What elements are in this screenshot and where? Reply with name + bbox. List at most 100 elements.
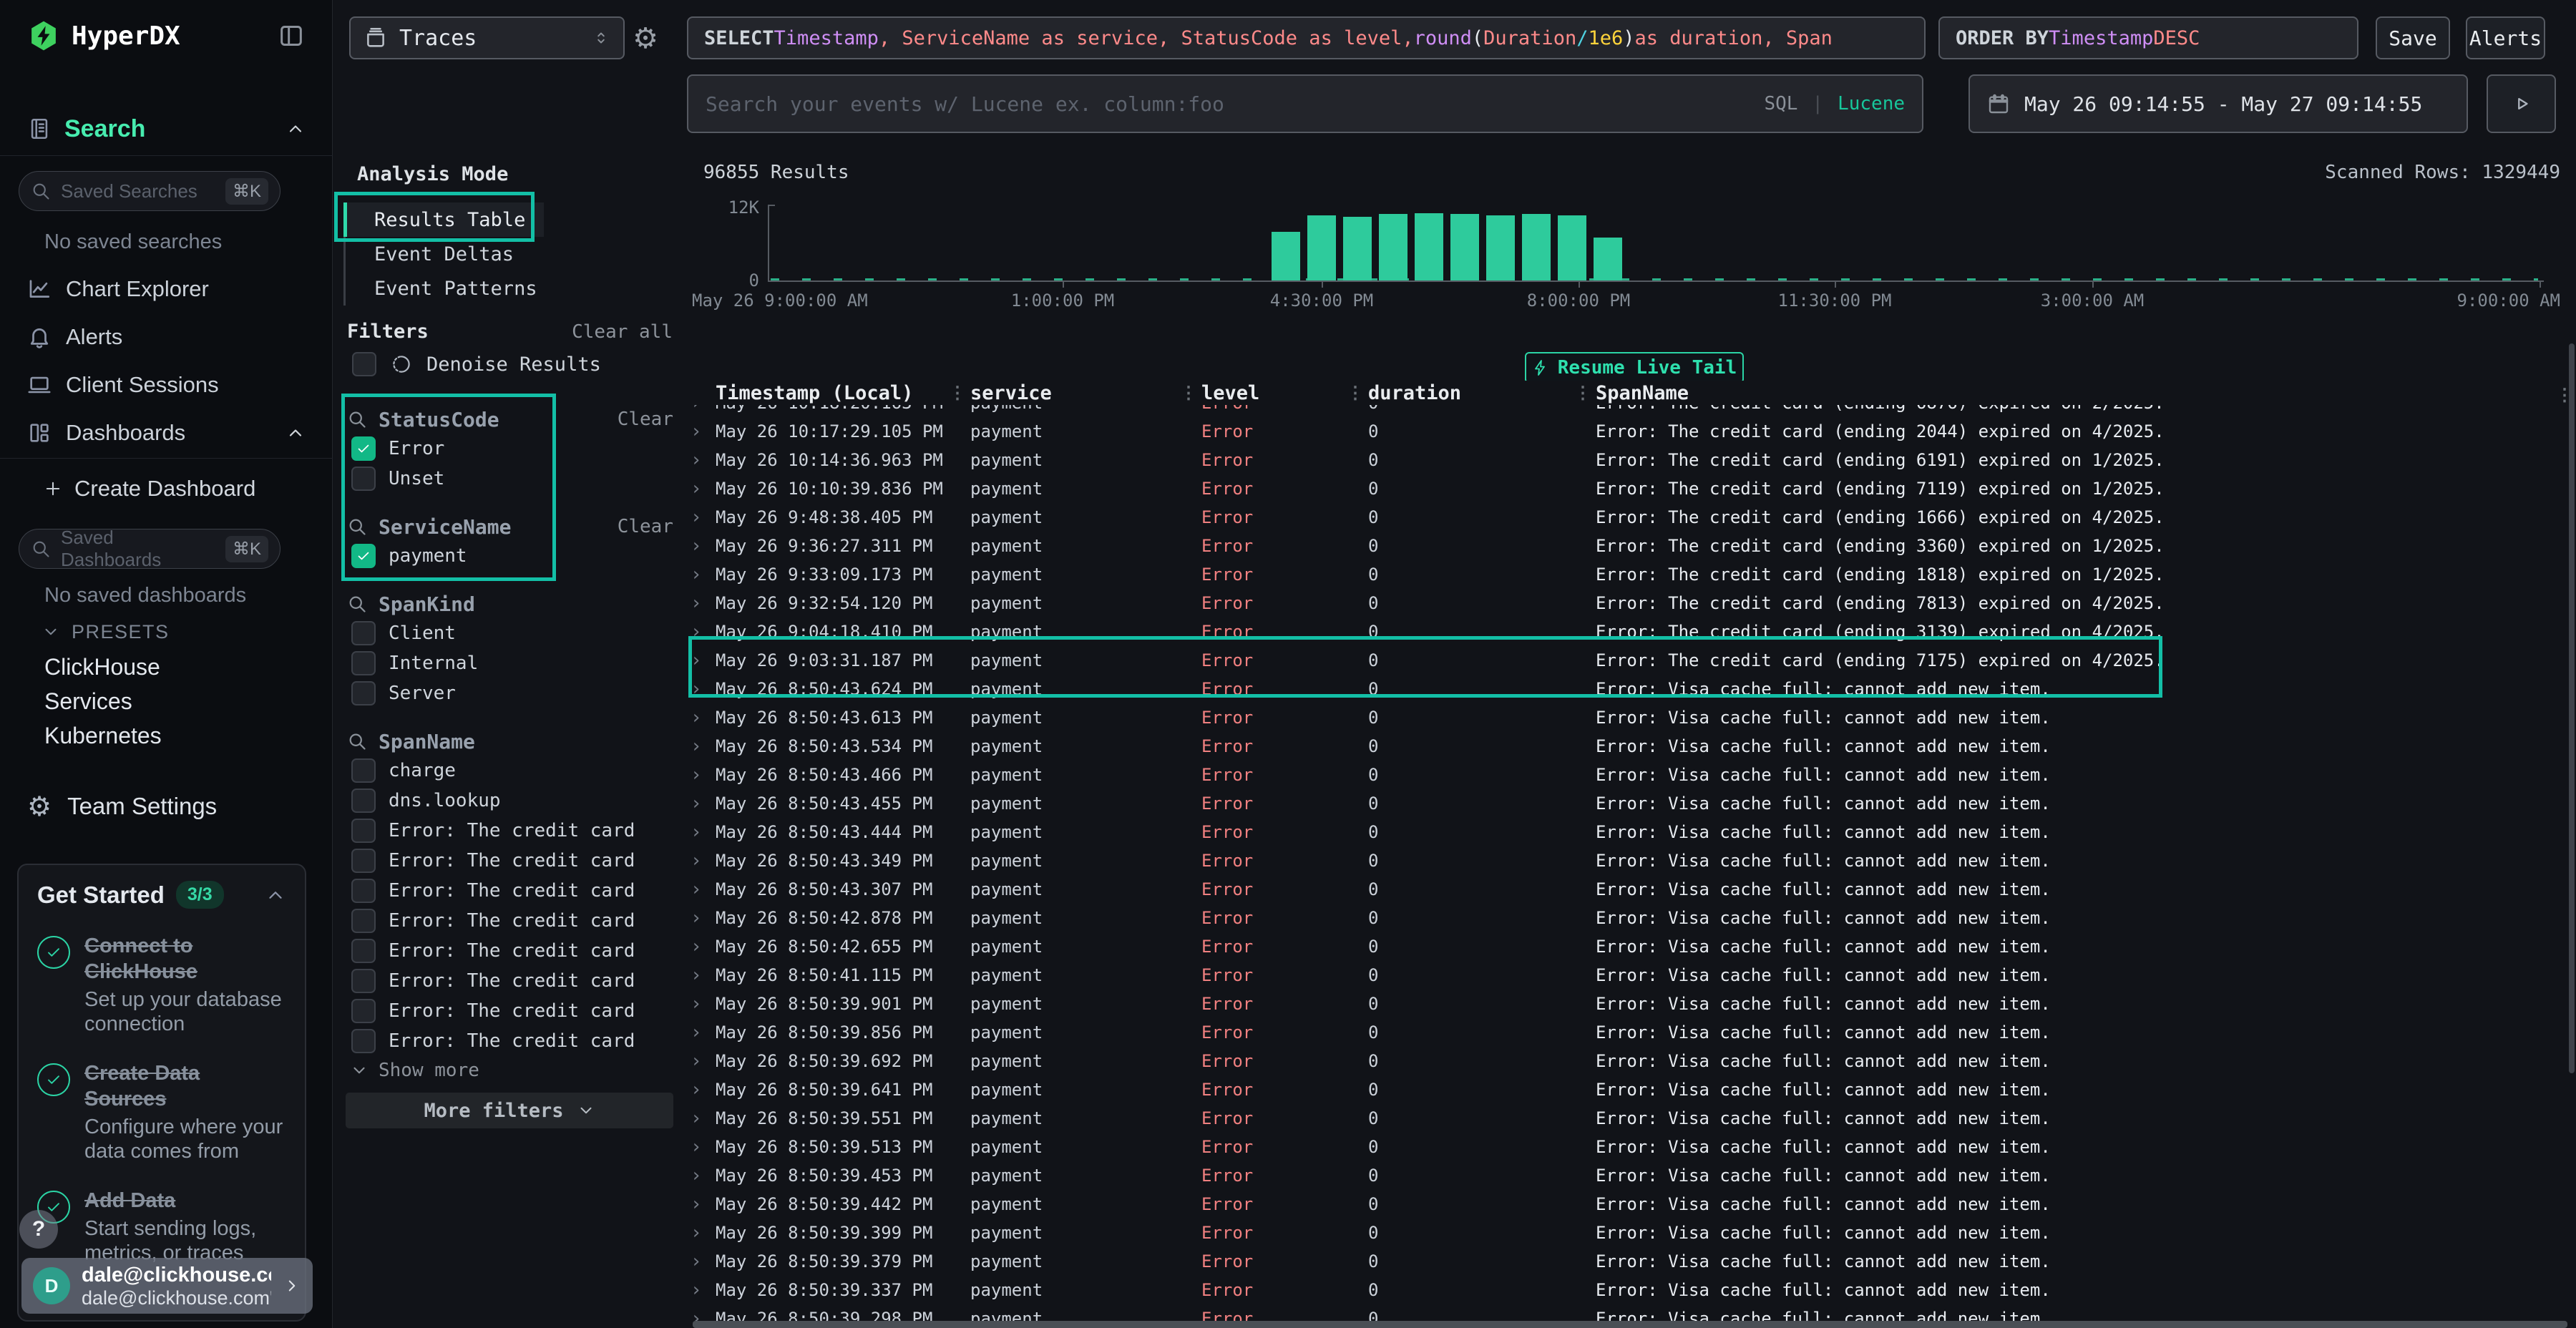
sidebar-item-team-settings[interactable]: ⚙ Team Settings	[0, 787, 333, 826]
get-started-item-add-data[interactable]: Add DataStart sending logs, metrics, or …	[37, 1188, 286, 1265]
table-row[interactable]: ›May 26 9:33:09.173 PMpaymentError0Error…	[691, 560, 2569, 589]
column-grip-icon[interactable]: ⋮	[1347, 383, 1364, 403]
checkbox[interactable]	[351, 621, 376, 645]
filter-option-error-the-credit-card[interactable]: Error: The credit card …	[347, 906, 676, 936]
checkbox[interactable]	[351, 681, 376, 706]
search-input[interactable]: Search your events w/ Lucene ex. column:…	[687, 74, 1923, 133]
save-button[interactable]: Save	[2376, 16, 2450, 59]
checkbox[interactable]	[351, 909, 376, 933]
saved-searches-input[interactable]: Saved Searches ⌘K	[19, 171, 280, 211]
table-row[interactable]: ›May 26 10:14:36.963 PMpaymentError0Erro…	[691, 446, 2569, 474]
run-query-button[interactable]	[2487, 74, 2556, 133]
sidebar-item-dashboards[interactable]: Dashboards	[0, 409, 333, 456]
resume-live-tail-button[interactable]: Resume Live Tail	[1525, 352, 1744, 384]
expand-row-icon[interactable]: ›	[691, 405, 716, 414]
expand-row-icon[interactable]: ›	[691, 907, 716, 929]
sidebar-item-chart-explorer[interactable]: Chart Explorer	[0, 265, 333, 313]
expand-row-icon[interactable]: ›	[691, 1050, 716, 1072]
expand-row-icon[interactable]: ›	[691, 879, 716, 900]
table-row[interactable]: ›May 26 8:50:43.534 PMpaymentError0Error…	[691, 732, 2569, 761]
filter-clear-button[interactable]: Clear	[618, 516, 676, 537]
alerts-button[interactable]: Alerts	[2466, 16, 2545, 59]
filter-option-error-the-credit-card[interactable]: Error: The credit card …	[347, 816, 676, 846]
checkbox[interactable]	[351, 879, 376, 903]
expand-row-icon[interactable]: ›	[691, 1108, 716, 1129]
table-row[interactable]: ›May 26 9:32:54.120 PMpaymentError0Error…	[691, 589, 2569, 617]
search-icon[interactable]	[347, 731, 367, 751]
checkbox[interactable]	[351, 467, 376, 491]
table-row[interactable]: ›May 26 8:50:43.455 PMpaymentError0Error…	[691, 789, 2569, 818]
expand-row-icon[interactable]: ›	[691, 1222, 716, 1244]
filter-option-error[interactable]: Error	[347, 434, 676, 464]
checkbox[interactable]	[351, 758, 376, 783]
expand-row-icon[interactable]: ›	[691, 821, 716, 843]
table-row[interactable]: ›May 26 8:50:43.307 PMpaymentError0Error…	[691, 875, 2569, 904]
table-row[interactable]: ›May 26 8:50:39.379 PMpaymentError0Error…	[691, 1247, 2569, 1276]
sidebar-item-client-sessions[interactable]: Client Sessions	[0, 361, 333, 409]
sidebar-item-search[interactable]: Search	[0, 109, 333, 149]
search-icon[interactable]	[347, 517, 367, 537]
sidebar-item-alerts[interactable]: Alerts	[0, 313, 333, 361]
table-row[interactable]: ›May 26 9:48:38.405 PMpaymentError0Error…	[691, 503, 2569, 532]
table-row[interactable]: ›May 26 8:50:39.298 PMpaymentError0Error…	[691, 1304, 2569, 1321]
expand-row-icon[interactable]: ›	[691, 1308, 716, 1321]
table-row[interactable]: ›May 26 8:50:42.878 PMpaymentError0Error…	[691, 904, 2569, 932]
expand-row-icon[interactable]: ›	[691, 1279, 716, 1301]
table-row[interactable]: ›May 26 8:50:39.442 PMpaymentError0Error…	[691, 1190, 2569, 1219]
expand-row-icon[interactable]: ›	[691, 936, 716, 957]
checkbox[interactable]	[351, 939, 376, 963]
expand-row-icon[interactable]: ›	[691, 421, 716, 442]
expand-row-icon[interactable]: ›	[691, 621, 716, 643]
column-grip-icon[interactable]: ⋮	[1574, 383, 1591, 403]
expand-row-icon[interactable]: ›	[691, 850, 716, 872]
checkbox[interactable]	[351, 651, 376, 675]
chevron-up-icon[interactable]	[265, 884, 286, 906]
analysis-mode-event-patterns[interactable]: Event Patterns	[343, 271, 544, 306]
get-started-item-create-data-sources[interactable]: Create Data SourcesConfigure where your …	[37, 1060, 286, 1163]
filter-option-error-the-credit-card[interactable]: Error: The credit card …	[347, 846, 676, 876]
filter-option-unset[interactable]: Unset	[347, 464, 676, 494]
sql-select-input[interactable]: SELECT Timestamp, ServiceName as service…	[687, 16, 1926, 59]
preset-kubernetes[interactable]: Kubernetes	[0, 718, 333, 753]
table-row[interactable]: ›May 26 8:50:42.655 PMpaymentError0Error…	[691, 932, 2569, 961]
denoise-checkbox[interactable]	[352, 352, 376, 376]
expand-row-icon[interactable]: ›	[691, 707, 716, 728]
get-started-item-connect-to-clickhouse[interactable]: Connect to ClickHouseSet up your databas…	[37, 933, 286, 1036]
horizontal-scrollbar[interactable]	[693, 1321, 2567, 1328]
column-header-timestamp-local[interactable]: Timestamp (Local)	[716, 382, 945, 404]
checkbox[interactable]	[351, 969, 376, 993]
filter-option-internal[interactable]: Internal	[347, 648, 676, 678]
checkbox[interactable]	[351, 436, 376, 461]
preset-clickhouse[interactable]: ClickHouse	[0, 650, 333, 684]
search-icon[interactable]	[347, 594, 367, 614]
table-row[interactable]: ›May 26 8:50:39.399 PMpaymentError0Error…	[691, 1219, 2569, 1247]
table-row[interactable]: ›May 26 8:50:39.692 PMpaymentError0Error…	[691, 1047, 2569, 1075]
search-icon[interactable]	[347, 409, 367, 429]
table-row[interactable]: ›May 26 8:50:43.624 PMpaymentError0Error…	[691, 675, 2569, 703]
filter-option-error-the-credit-card[interactable]: Error: The credit card …	[347, 936, 676, 966]
expand-row-icon[interactable]: ›	[691, 1079, 716, 1100]
chevron-up-icon[interactable]	[286, 119, 306, 139]
expand-row-icon[interactable]: ›	[691, 1136, 716, 1158]
checkbox[interactable]	[351, 544, 376, 568]
expand-row-icon[interactable]: ›	[691, 1165, 716, 1186]
table-row[interactable]: ›May 26 10:17:29.105 PMpaymentError0Erro…	[691, 417, 2569, 446]
chevron-up-icon[interactable]	[286, 423, 306, 443]
expand-row-icon[interactable]: ›	[691, 592, 716, 614]
analysis-mode-event-deltas[interactable]: Event Deltas	[343, 237, 544, 271]
clear-all-button[interactable]: Clear all	[572, 321, 673, 343]
checkbox[interactable]	[351, 849, 376, 873]
expand-row-icon[interactable]: ›	[691, 1251, 716, 1272]
query-mode-sql[interactable]: SQL	[1764, 93, 1797, 114]
table-row[interactable]: ›May 26 8:50:39.901 PMpaymentError0Error…	[691, 990, 2569, 1018]
more-filters-button[interactable]: More filters	[346, 1093, 673, 1128]
expand-row-icon[interactable]: ›	[691, 650, 716, 671]
column-header-service[interactable]: ⋮service	[945, 382, 1176, 404]
source-select[interactable]: Traces	[349, 16, 625, 59]
table-row[interactable]: ›May 26 10:10:39.836 PMpaymentError0Erro…	[691, 474, 2569, 503]
filter-option-payment[interactable]: payment	[347, 541, 676, 571]
help-button[interactable]: ?	[19, 1210, 58, 1249]
collapse-sidebar-icon[interactable]	[277, 21, 306, 50]
order-by-input[interactable]: ORDER BY Timestamp DESC	[1938, 16, 2358, 59]
filter-option-charge[interactable]: charge	[347, 756, 676, 786]
